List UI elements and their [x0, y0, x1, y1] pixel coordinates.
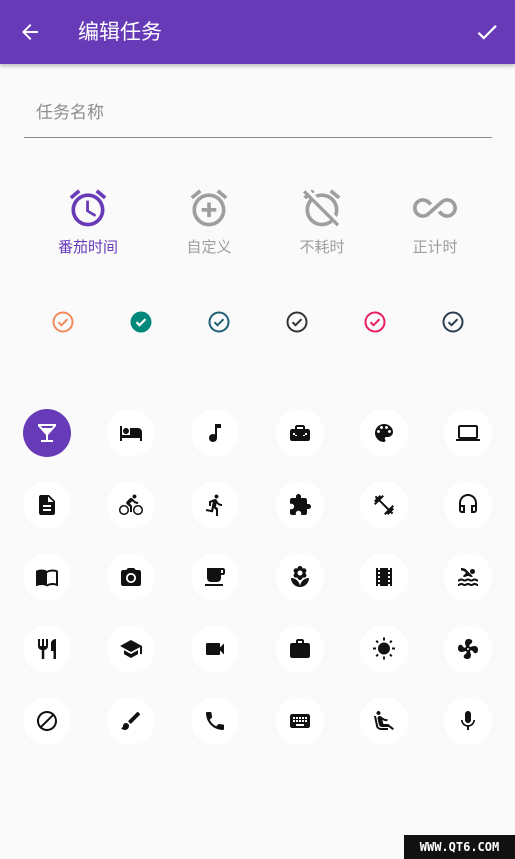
icon-option-mic[interactable] [444, 697, 492, 745]
block-icon [37, 711, 57, 731]
icon-option-bike[interactable] [107, 481, 155, 529]
film-icon [376, 568, 392, 586]
icon-option-phone[interactable] [191, 697, 239, 745]
run-icon [205, 494, 222, 516]
color-option-orange[interactable] [51, 310, 75, 334]
icon-option-laptop[interactable] [444, 409, 492, 457]
icon-option-coffee[interactable] [191, 553, 239, 601]
icon-option-headphones[interactable] [444, 481, 492, 529]
watermark: WWW.QT6.COM [404, 835, 515, 859]
icon-option-restaurant[interactable] [23, 625, 71, 673]
alarm-icon [69, 189, 107, 227]
check-circle-filled-icon [130, 311, 152, 333]
toolbox-icon [290, 425, 310, 441]
bike-icon [119, 494, 143, 515]
icon-option-videocam[interactable] [191, 625, 239, 673]
alarm-add-icon [190, 189, 228, 227]
infinity-icon [413, 198, 457, 218]
icon-option-cocktail[interactable] [23, 409, 71, 457]
pool-icon [458, 567, 478, 586]
mode-no-time-label: 不耗时 [299, 238, 345, 256]
cocktail-icon [38, 424, 56, 442]
mic-icon [461, 711, 475, 730]
puzzle-icon [290, 494, 311, 515]
color-option-black[interactable] [285, 310, 309, 334]
page-title: 编辑任务 [78, 20, 162, 44]
check-circle-outline-icon [208, 311, 230, 333]
color-option-pink[interactable] [363, 310, 387, 334]
restaurant-icon [38, 639, 56, 659]
mode-count-up-label: 正计时 [412, 238, 458, 256]
back-button[interactable] [10, 12, 50, 52]
seat-icon [374, 711, 394, 730]
mode-pomodoro[interactable]: 番茄时间 [33, 186, 143, 266]
icon-option-school[interactable] [107, 625, 155, 673]
save-button[interactable] [467, 12, 507, 52]
icon-option-run[interactable] [191, 481, 239, 529]
dumbbell-icon [374, 495, 394, 515]
keyboard-icon [290, 714, 310, 728]
icon-option-sun[interactable] [360, 625, 408, 673]
icon-option-brush[interactable] [107, 697, 155, 745]
check-circle-outline-icon [442, 311, 464, 333]
icon-option-bed[interactable] [107, 409, 155, 457]
fan-icon [458, 639, 478, 659]
icon-option-palette[interactable] [360, 409, 408, 457]
alarm-off-icon [303, 189, 341, 227]
color-option-dark-teal[interactable] [207, 310, 231, 334]
icon-option-fan[interactable] [444, 625, 492, 673]
app-bar: 编辑任务 [0, 0, 515, 64]
mode-custom[interactable]: 自定义 [154, 186, 264, 266]
document-icon [39, 495, 55, 515]
mode-pomodoro-label: 番茄时间 [57, 238, 118, 256]
flower-icon [291, 566, 309, 587]
briefcase-icon [290, 639, 310, 658]
school-icon [120, 640, 142, 658]
check-circle-outline-icon [52, 311, 74, 333]
palette-icon [375, 424, 393, 442]
laptop-icon [456, 425, 480, 441]
icon-option-music-note[interactable] [191, 409, 239, 457]
camera-icon [121, 568, 141, 586]
mode-count-up[interactable]: 正计时 [380, 186, 490, 266]
icon-option-puzzle[interactable] [276, 481, 324, 529]
icon-option-keyboard[interactable] [276, 697, 324, 745]
icon-option-camera[interactable] [107, 553, 155, 601]
icon-option-flower[interactable] [276, 553, 324, 601]
sun-icon [373, 637, 395, 660]
icon-option-briefcase[interactable] [276, 625, 324, 673]
check-circle-outline-icon [286, 311, 308, 333]
color-option-teal[interactable] [129, 310, 153, 334]
icon-option-pool[interactable] [444, 553, 492, 601]
icon-option-toolbox[interactable] [276, 409, 324, 457]
icon-option-seat[interactable] [360, 697, 408, 745]
task-name-input[interactable] [24, 92, 492, 134]
videocam-icon [206, 643, 224, 655]
brush-icon [121, 711, 141, 730]
color-option-navy[interactable] [441, 310, 465, 334]
music-note-icon [209, 424, 221, 442]
bed-icon [120, 426, 142, 441]
mode-custom-label: 自定义 [186, 238, 232, 256]
icon-option-document[interactable] [23, 481, 71, 529]
check-icon [477, 25, 497, 40]
icon-option-block[interactable] [23, 697, 71, 745]
book-icon [36, 569, 58, 587]
arrow-back-icon [22, 24, 38, 40]
phone-icon [206, 712, 224, 730]
coffee-icon [205, 568, 225, 586]
icon-option-dumbbell[interactable] [360, 481, 408, 529]
mode-no-time[interactable]: 不耗时 [267, 186, 377, 266]
icon-option-book[interactable] [23, 553, 71, 601]
check-circle-outline-icon [364, 311, 386, 333]
headphones-icon [459, 494, 477, 513]
icon-option-film[interactable] [360, 553, 408, 601]
task-name-field [24, 92, 492, 138]
